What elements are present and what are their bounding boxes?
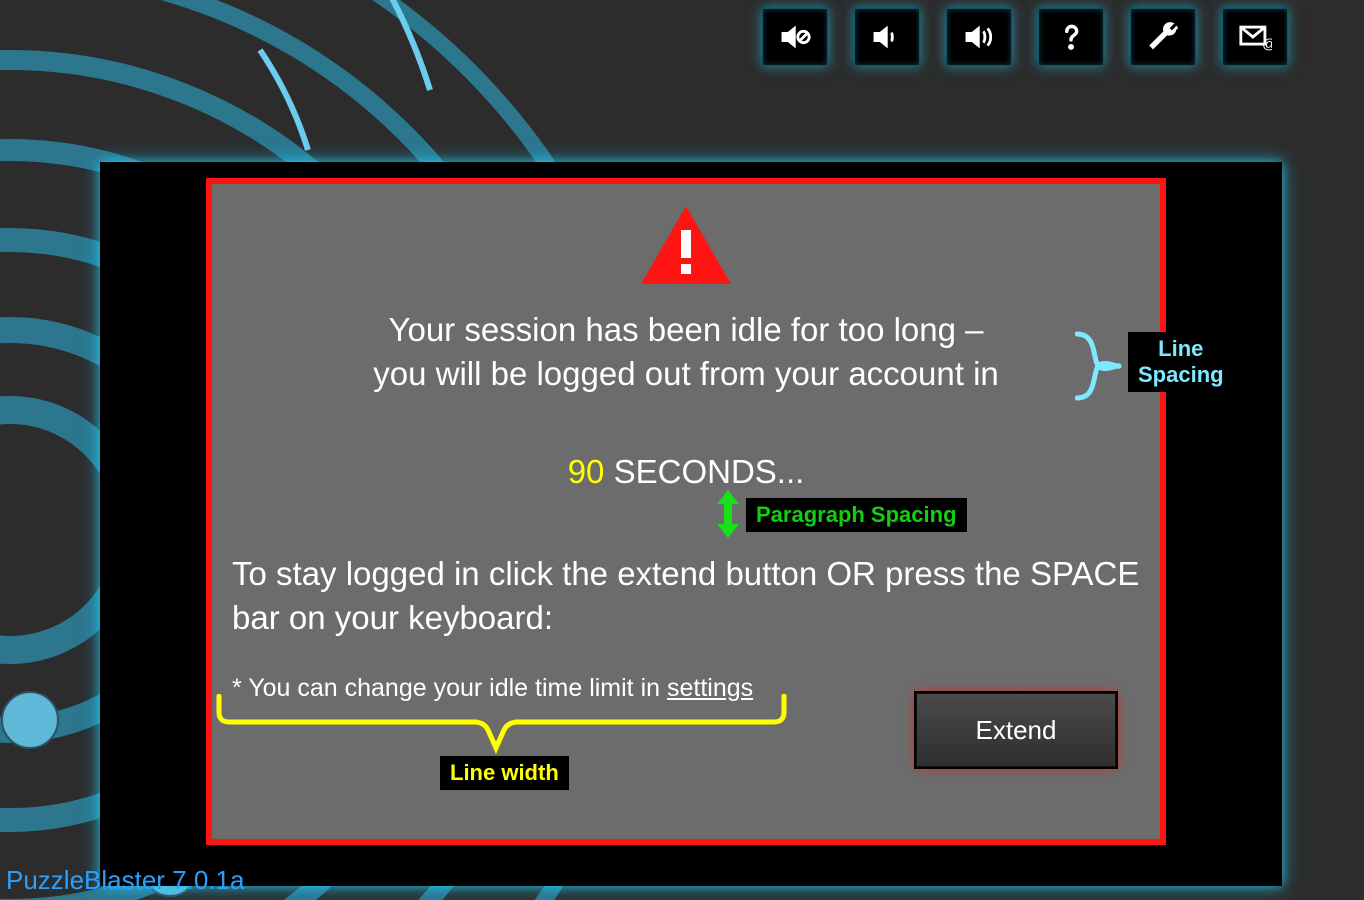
countdown-unit: SECONDS... (614, 453, 805, 490)
contact-button[interactable]: @ (1222, 8, 1288, 66)
volume-low-button[interactable] (854, 8, 920, 66)
settings-link[interactable]: settings (667, 674, 753, 702)
mute-button[interactable] (762, 8, 828, 66)
stay-instruction: To stay logged in click the extend butto… (232, 552, 1140, 640)
speaker-high-icon (962, 20, 996, 54)
email-icon: @ (1238, 20, 1272, 54)
svg-text:@: @ (1262, 36, 1272, 52)
question-icon (1054, 20, 1088, 54)
idle-message-line1: Your session has been idle for too long … (388, 311, 983, 348)
countdown-value: 90 (568, 453, 605, 490)
extend-button[interactable]: Extend (916, 693, 1116, 767)
speaker-low-icon (870, 20, 904, 54)
help-button[interactable] (1038, 8, 1104, 66)
toolbar: @ (762, 8, 1288, 66)
idle-message-line2: you will be logged out from your account… (373, 355, 999, 392)
countdown: 90 SECONDS... (212, 452, 1160, 492)
volume-high-button[interactable] (946, 8, 1012, 66)
session-dialog-frame: Your session has been idle for too long … (100, 162, 1282, 886)
settings-button[interactable] (1130, 8, 1196, 66)
warning-icon (639, 204, 733, 286)
session-dialog: Your session has been idle for too long … (206, 178, 1166, 845)
footnote-text: * You can change your idle time limit in (232, 674, 667, 702)
idle-message: Your session has been idle for too long … (212, 308, 1160, 396)
wrench-icon (1146, 20, 1180, 54)
version-label: PuzzleBlaster 7.0.1a (6, 865, 244, 896)
footnote: * You can change your idle time limit in… (232, 674, 753, 703)
speaker-mute-icon (778, 20, 812, 54)
